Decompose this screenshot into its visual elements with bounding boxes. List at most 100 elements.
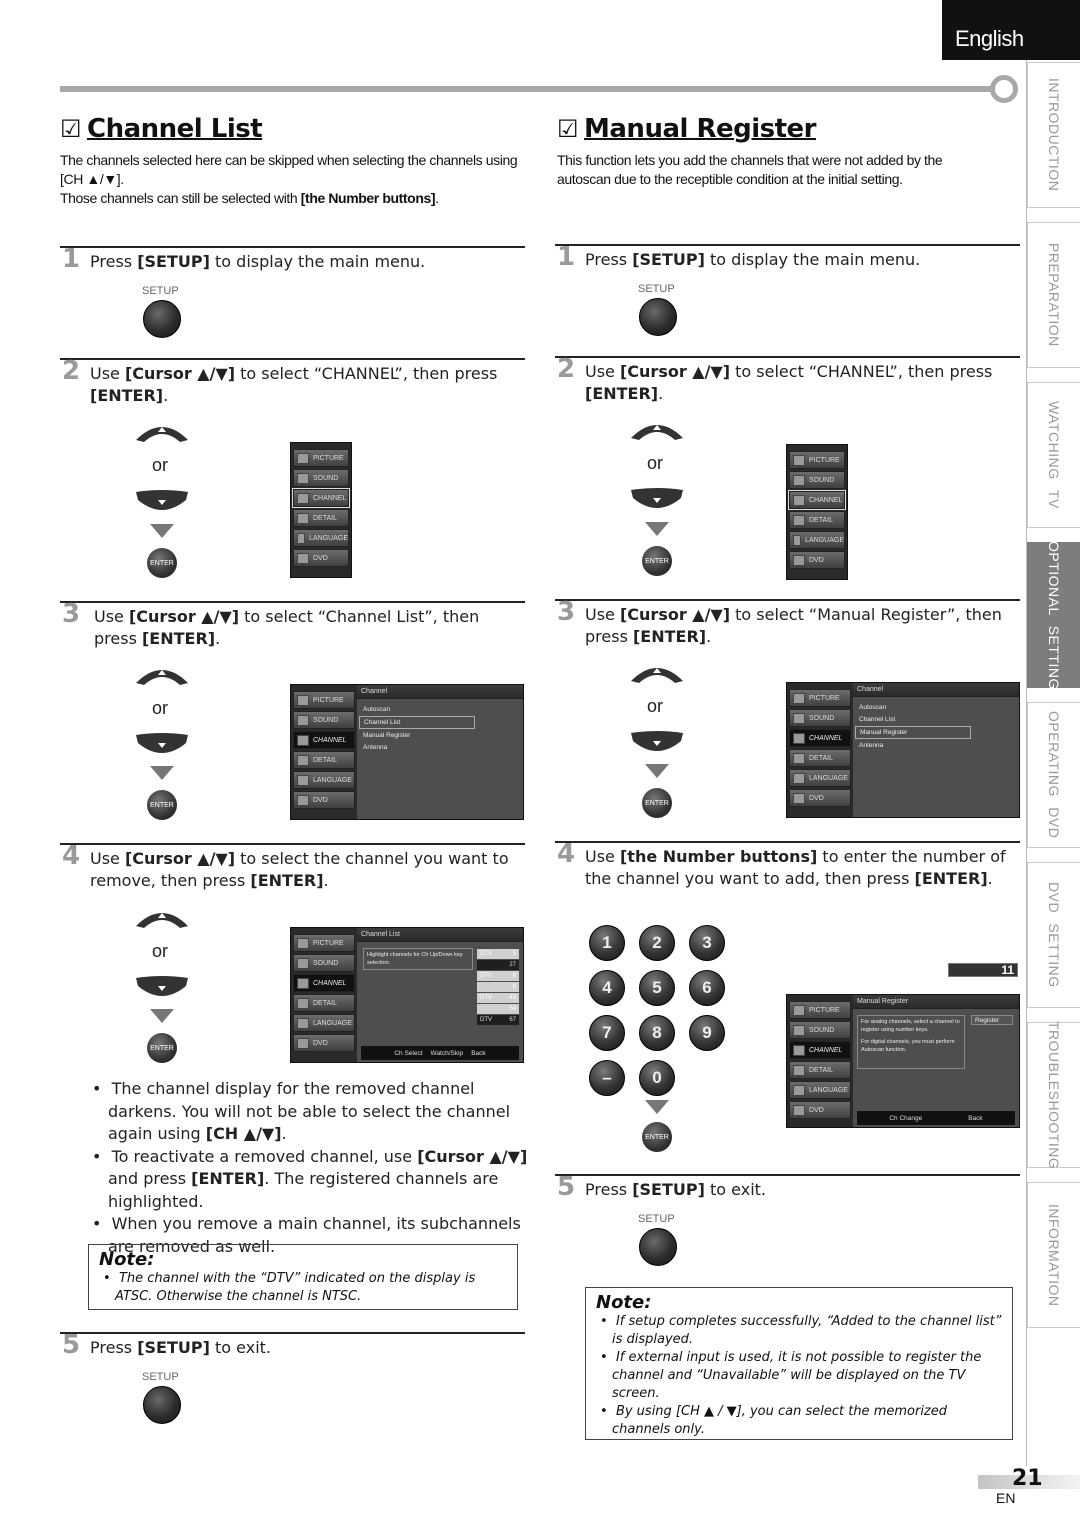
side-tab-troubleshooting[interactable]: TROUBLESHOOTING [1027,1021,1080,1169]
header-ring-ornament [990,75,1018,103]
step-divider [555,841,1020,843]
down-arrow-icon [645,1100,669,1114]
language-icon [297,1017,309,1029]
down-arrow-icon [645,522,669,536]
language-code: EN [996,1490,1016,1506]
language-tab: English [942,0,1080,60]
tv-hint-box: Highlight channels for Ch Up/Down key se… [363,948,473,970]
tv-main-menu: PICTURE SOUND CHANNEL DETAIL LANGUAGE DV… [290,442,352,578]
sound-icon [297,472,309,484]
cl-step-4: 4 Use [Cursor ▲/▼] to select the channel… [62,841,509,890]
tv-item-detail: DETAIL [293,509,349,527]
step-divider [555,244,1020,246]
channel-icon [793,494,805,506]
step-divider [60,358,525,360]
down-arrow-icon [150,766,174,780]
detail-icon [793,1064,805,1076]
channel-cell: DTV 8 [477,971,519,981]
tv-item-channel: CHANNEL [292,488,350,508]
cursor-down-button [631,488,683,508]
step-divider [555,1174,1020,1176]
language-icon [793,772,805,784]
tv-menu-header: Channel [853,683,1019,697]
channel-icon [297,734,309,746]
language-icon [793,1084,805,1096]
channel-icon [793,1044,805,1056]
tv-item-dvd: DVD [293,549,349,567]
cl-step-5: 5 Press [SETUP] to exit. [62,1330,271,1360]
number-button: 0 [639,1060,675,1096]
tv-main-menu: PICTURE SOUND CHANNEL DETAIL LANGUAGE DV… [786,444,848,580]
side-tab-optional-setting[interactable]: OPTIONAL SETTING [1027,541,1080,689]
tv-option: Autoscan [363,706,391,713]
step-divider [60,601,525,603]
or-label: or [152,941,169,961]
bullet-item: • To reactivate a removed channel, use [… [92,1146,528,1211]
picture-icon [297,694,309,706]
dvd-icon [793,792,805,804]
channel-icon [297,492,309,504]
detail-icon [793,514,805,526]
side-tab-watching-tv[interactable]: WATCHING TV [1027,382,1080,528]
or-label: or [152,455,169,475]
step-divider [60,246,525,248]
detail-icon [297,997,309,1009]
enter-button: ENTER [147,1033,177,1063]
tv-option-selected: Manual Register [855,726,971,739]
setup-label: SETUP [142,1371,179,1383]
side-tab-preparation[interactable]: PREPARATION [1027,222,1080,368]
number-button: 9 [689,1015,725,1051]
channel-list-intro: The channels selected here can be skippe… [60,152,518,206]
side-tab-dvd-setting[interactable]: DVD SETTING [1027,862,1080,1008]
tv-hint-box: For analog channels, select a channel to… [857,1015,965,1069]
header-rule [60,86,992,92]
number-button: 3 [689,925,725,961]
or-label: or [647,453,664,473]
number-button: – [589,1060,625,1096]
tv-item-sound: SOUND [293,469,349,487]
tv-option: Manual Register [363,732,411,739]
or-label: or [647,696,664,716]
tv-manual-register-menu: PICTURE SOUND CHANNEL DETAIL LANGUAGE DV… [786,994,1020,1128]
number-button: 8 [639,1015,675,1051]
setup-button [143,300,181,338]
tv-option: Autoscan [859,704,887,711]
channel-cell: DTV 5 [477,949,519,959]
checkbox-icon: ☑ [557,115,579,143]
channel-number-display: 11 [948,963,1018,977]
dvd-icon [793,554,805,566]
back-hint: Back [471,1049,486,1057]
setup-label: SETUP [638,283,675,295]
sound-icon [793,474,805,486]
or-label: or [152,698,169,718]
cursor-down-button [631,731,683,751]
channel-list-title: ☑ Channel List [60,114,263,144]
picture-icon [793,692,805,704]
step-divider [60,843,525,845]
side-tab-introduction[interactable]: INTRODUCTION [1027,62,1080,208]
tv-item-picture: PICTURE [293,449,349,467]
tv-footer: Ch Select Watch/Skip Back [361,1046,519,1060]
manual-register-intro: This function lets you add the channels … [557,152,943,187]
mr-step-5: 5 Press [SETUP] to exit. [557,1172,766,1202]
enter-button: ENTER [642,1122,672,1152]
number-button: 2 [639,925,675,961]
enter-button: ENTER [147,548,177,578]
channel-icon [297,977,309,989]
tv-channel-column: DTV 5 27 DTV 8 8 DTV 43 54 DTV 67 [477,948,519,1026]
side-tab-operating-dvd[interactable]: OPERATING DVD [1027,702,1080,848]
cursor-up-button [136,670,188,685]
channel-list-note: Note: • The channel with the “DTV” indic… [88,1244,518,1310]
cursor-up-button [136,913,188,928]
sound-icon [793,712,805,724]
number-button: 1 [589,925,625,961]
cl-step-3: 3 Use [Cursor ▲/▼] to select “Channel Li… [62,599,480,648]
enter-button: ENTER [147,790,177,820]
tv-channel-list-menu: PICTURE SOUND CHANNEL DETAIL LANGUAGE DV… [290,927,524,1063]
setup-button [143,1386,181,1424]
side-tab-information[interactable]: INFORMATION [1027,1182,1080,1328]
down-arrow-icon [150,524,174,538]
picture-icon [297,452,309,464]
step-divider [555,356,1020,358]
dvd-icon [297,794,309,806]
